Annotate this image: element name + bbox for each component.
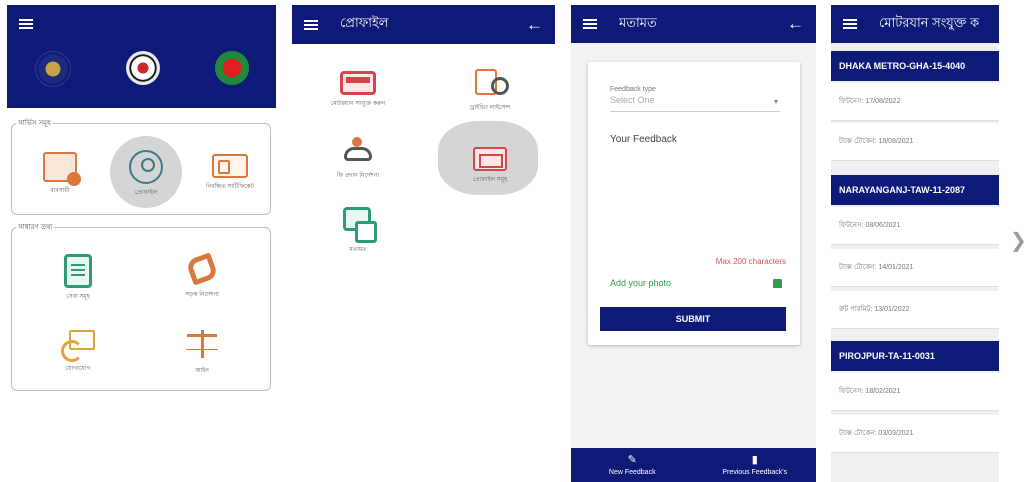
general-info-section: সাধারণ তথ্য সেবা সমূহ সড়ক নির্দেশনা যোগ…: [11, 221, 271, 391]
chevron-right-icon[interactable]: ❯: [1010, 228, 1027, 253]
menu-icon[interactable]: [583, 19, 597, 29]
general-road-guide[interactable]: সড়ক নির্দেশনা: [172, 254, 232, 300]
submit-button[interactable]: SUBMIT: [600, 307, 786, 331]
vehicle-detail-row: ট্যাক্স টোকেন: 03/03/2021: [831, 415, 999, 453]
payment-hands-icon: [340, 137, 376, 167]
chevron-down-icon: ▾: [773, 97, 778, 106]
user-icon: [129, 150, 163, 184]
image-icon[interactable]: [773, 279, 782, 288]
vehicle-card-header[interactable]: NARAYANGANJ-TAW-11-2087: [831, 175, 999, 205]
profile-header: প্রোফাইল ←: [292, 5, 555, 44]
nav-previous-feedback[interactable]: ▮ Previous Feedback's: [694, 448, 817, 482]
bottom-nav: ✎ New Feedback ▮ Previous Feedback's: [571, 448, 816, 482]
general-contact[interactable]: যোগাযোগ: [50, 328, 106, 374]
home-screen: সার্ভিস সমূহ ব্যবসায়ী প্রোফাইল নিবন্ধিত…: [7, 5, 276, 397]
back-arrow-icon[interactable]: ←: [787, 14, 804, 34]
service-certificate[interactable]: নিবন্ধিত সার্টিফিকেট: [200, 154, 260, 192]
feedback-type-select[interactable]: Select One ▾: [610, 95, 780, 112]
home-header: [7, 5, 276, 108]
vehicle-detail-row: ট্যাক্স টোকেন: 14/01/2021: [831, 249, 999, 287]
vehicle-detail-row: রুট পারমিট: 13/01/2022: [831, 291, 999, 329]
stats-icon: [43, 152, 81, 186]
chat-bubble-icon: ▮: [751, 454, 758, 466]
vehicle-detail-row: ফিটনেস: 08/06/2021: [831, 207, 999, 245]
pencil-icon: ✎: [627, 454, 637, 466]
feedback-header: মতামত ←: [571, 5, 816, 43]
vehicle-detail-row: ফিটনেস: 17/08/2022: [831, 83, 999, 121]
section-label: সার্ভিস সমূহ: [16, 117, 53, 129]
vehicles-screen: মোটরযান সংযুক্ত ক DHAKA METRO-GHA-15-404…: [831, 5, 999, 482]
page-title: মোটরযান সংযুক্ত ক: [879, 14, 980, 30]
char-limit-hint: Max 200 characters: [715, 257, 786, 266]
select-placeholder: Select One: [610, 95, 655, 105]
police-logo: [34, 51, 71, 87]
tile-add-vehicle[interactable]: মোটরযান সংযুক্ত করুন: [318, 71, 398, 109]
menu-icon[interactable]: [843, 19, 857, 29]
road-icon: [185, 254, 219, 286]
menu-icon[interactable]: [19, 19, 33, 29]
service-business[interactable]: ব্যবসায়ী: [34, 152, 86, 196]
vehicles-header: মোটরযান সংযুক্ত ক: [831, 5, 999, 43]
menu-icon[interactable]: [304, 19, 318, 30]
feedback-textarea[interactable]: Your Feedback: [610, 134, 677, 145]
id-card-icon: [212, 154, 248, 178]
id-card-icon: [473, 147, 507, 171]
vehicle-detail-row: ট্যাক্স টোকেন: 18/08/2021: [831, 123, 999, 161]
general-services[interactable]: সেবা সমূহ: [50, 254, 106, 302]
feedback-type-label: Feedback type: [610, 86, 656, 93]
tile-driving-license[interactable]: ড্রাইভিং লাইসেন্স: [450, 67, 530, 113]
bus-icon: [340, 71, 376, 95]
phone-mail-icon: [61, 328, 95, 362]
page-title: মতামত: [619, 14, 657, 30]
feedback-screen: মতামত ← Feedback type Select One ▾ Your …: [571, 5, 816, 482]
service-profile[interactable]: প্রোফাইল: [118, 150, 174, 198]
general-law[interactable]: আইন: [172, 328, 232, 376]
document-icon: [64, 254, 92, 288]
tile-feedback[interactable]: মতামত: [322, 207, 394, 255]
scale-icon: [185, 328, 219, 362]
govt-logo: [214, 51, 249, 85]
profile-screen: প্রোফাইল ← মোটরযান সংযুক্ত করুন ড্রাইভিং…: [292, 5, 555, 397]
tile-profiles[interactable]: প্রোফাইল সমূহ: [442, 147, 538, 185]
feedback-chat-icon: [343, 207, 377, 243]
section-label: সাধারণ তথ্য: [16, 221, 55, 233]
page-title: প্রোফাইল: [340, 15, 389, 30]
vehicle-card-header[interactable]: DHAKA METRO-GHA-15-4040: [831, 51, 999, 81]
add-photo-link[interactable]: Add your photo: [610, 278, 671, 288]
back-arrow-icon[interactable]: ←: [526, 15, 543, 35]
brta-logo: [125, 51, 160, 85]
vehicle-card-header[interactable]: PIROJPUR-TA-11-0031: [831, 341, 999, 371]
license-icon: [473, 67, 509, 99]
services-section: সার্ভিস সমূহ ব্যবসায়ী প্রোফাইল নিবন্ধিত…: [11, 117, 271, 215]
tile-fee-payment[interactable]: ফি প্রদান নির্দেশনা: [318, 137, 398, 181]
vehicle-detail-row: ফিটনেস: 18/02/2021: [831, 373, 999, 411]
nav-new-feedback[interactable]: ✎ New Feedback: [571, 448, 694, 482]
feedback-form-card: Feedback type Select One ▾ Your Feedback…: [588, 62, 800, 345]
